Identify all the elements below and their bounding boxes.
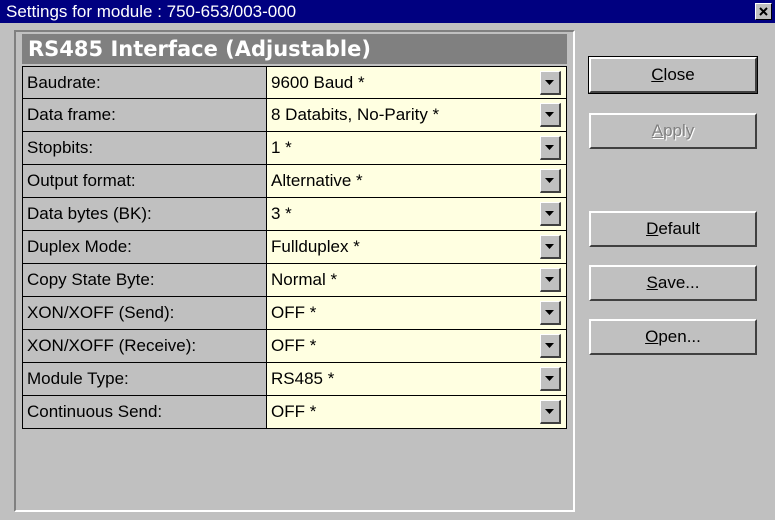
save-button-label: ave... [657,273,700,292]
settings-window: Settings for module : 750-653/003-000 RS… [0,0,775,520]
setting-label: Data frame: [22,99,267,131]
dropdown-button[interactable] [540,202,561,226]
setting-row-output-format: Output format: Alternative * [22,165,567,198]
setting-value: 9600 Baud * [271,73,365,92]
dropdown-button[interactable] [540,400,561,424]
apply-button-mnemonic: A [651,121,664,140]
setting-value-select[interactable]: 9600 Baud * [267,67,567,98]
setting-label: Continuous Send: [22,396,267,428]
setting-label: Stopbits: [22,132,267,164]
setting-value-select[interactable]: Fullduplex * [267,231,567,263]
setting-row-duplex-mode: Duplex Mode: Fullduplex * [22,231,567,264]
setting-value: 3 * [271,204,292,223]
dropdown-button[interactable] [540,71,561,95]
setting-label: Duplex Mode: [22,231,267,263]
setting-row-continuous-send: Continuous Send: OFF * [22,396,567,429]
setting-value-select[interactable]: 1 * [267,132,567,164]
setting-value: OFF * [271,336,317,355]
save-button-mnemonic: S [646,273,658,292]
setting-value-select[interactable]: RS485 * [267,363,567,395]
setting-value: Fullduplex * [271,237,360,256]
setting-label: Baudrate: [22,67,267,98]
default-button-mnemonic: D [646,219,659,238]
settings-grid: Baudrate: 9600 Baud * Data frame: 8 Data… [22,66,567,429]
chevron-down-icon [545,343,554,348]
close-icon [759,7,768,16]
setting-row-xon-xoff-send: XON/XOFF (Send): OFF * [22,297,567,330]
setting-row-copy-state-byte: Copy State Byte: Normal * [22,264,567,297]
setting-label: Module Type: [22,363,267,395]
window-close-button[interactable] [755,3,772,20]
chevron-down-icon [545,244,554,249]
setting-value: Normal * [271,270,338,289]
setting-value-select[interactable]: 3 * [267,198,567,230]
open-button-mnemonic: O [645,327,659,346]
dropdown-button[interactable] [540,367,561,391]
dropdown-button[interactable] [540,169,561,193]
close-button-mnemonic: C [651,65,664,84]
setting-value: 8 Databits, No-Parity * [271,105,440,124]
settings-panel: RS485 Interface (Adjustable) Baudrate: 9… [14,30,575,512]
setting-row-data-bytes: Data bytes (BK): 3 * [22,198,567,231]
setting-row-stopbits: Stopbits: 1 * [22,132,567,165]
setting-value-select[interactable]: Normal * [267,264,567,296]
setting-label: XON/XOFF (Receive): [22,330,267,362]
chevron-down-icon [545,376,554,381]
setting-value: RS485 * [271,369,335,388]
setting-label: Copy State Byte: [22,264,267,296]
chevron-down-icon [545,80,554,85]
setting-label: XON/XOFF (Send): [22,297,267,329]
chevron-down-icon [545,310,554,315]
title-bar: Settings for module : 750-653/003-000 [0,0,775,23]
save-button[interactable]: Save... [589,265,757,301]
open-button[interactable]: Open... [589,319,757,355]
chevron-down-icon [545,211,554,216]
setting-value-select[interactable]: OFF * [267,330,567,362]
chevron-down-icon [545,145,554,150]
setting-value: Alternative * [271,171,363,190]
chevron-down-icon [545,112,554,117]
close-button-label: lose [663,65,695,84]
setting-value: OFF * [271,303,317,322]
close-button[interactable]: Close [588,56,758,94]
setting-label: Output format: [22,165,267,197]
dropdown-button[interactable] [540,103,561,127]
setting-value-select[interactable]: OFF * [267,297,567,329]
chevron-down-icon [545,178,554,183]
dropdown-button[interactable] [540,235,561,259]
setting-value-select[interactable]: OFF * [267,396,567,428]
setting-value: 1 * [271,138,292,157]
default-button-label: efault [658,219,700,238]
dropdown-button[interactable] [540,334,561,358]
dropdown-button[interactable] [540,136,561,160]
dropdown-button[interactable] [540,268,561,292]
apply-button[interactable]: Apply [589,113,757,149]
setting-value-select[interactable]: Alternative * [267,165,567,197]
panel-header: RS485 Interface (Adjustable) [22,34,567,64]
setting-row-module-type: Module Type: RS485 * [22,363,567,396]
apply-button-label: pply [663,121,695,140]
open-button-label: pen... [658,327,701,346]
default-button[interactable]: Default [589,211,757,247]
setting-row-xon-xoff-receive: XON/XOFF (Receive): OFF * [22,330,567,363]
setting-row-baudrate: Baudrate: 9600 Baud * [22,66,567,99]
setting-label: Data bytes (BK): [22,198,267,230]
chevron-down-icon [545,409,554,414]
setting-row-data-frame: Data frame: 8 Databits, No-Parity * [22,99,567,132]
window-title: Settings for module : 750-653/003-000 [6,2,297,21]
setting-value-select[interactable]: 8 Databits, No-Parity * [267,99,567,131]
dropdown-button[interactable] [540,301,561,325]
setting-value: OFF * [271,402,317,421]
chevron-down-icon [545,277,554,282]
